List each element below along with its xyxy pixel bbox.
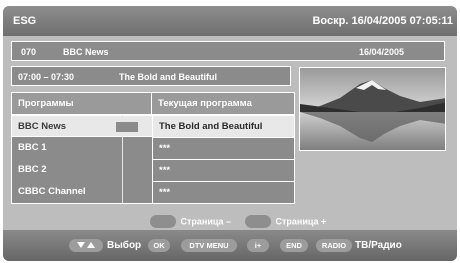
title-bar: ESG Воскр. 16/04/2005 07:05:11 (3, 6, 457, 36)
ok-key[interactable]: OK (148, 239, 170, 252)
program-row[interactable]: The Bold and Beautiful (152, 115, 294, 137)
preview-image (300, 68, 445, 150)
page-prev-label: Страница – (180, 216, 232, 227)
program-grid: Программы Текущая программа BBC News BBC… (11, 92, 295, 204)
program-row[interactable]: *** (152, 137, 294, 159)
video-preview (299, 67, 446, 151)
page-next-color-button[interactable] (245, 215, 271, 229)
guide-title: ESG (13, 15, 37, 27)
page-prev[interactable]: Страница – (150, 214, 232, 229)
page-next-label: Страница + (275, 216, 327, 227)
current-program-column-header: Текущая программа (152, 93, 294, 115)
info-key[interactable]: i+ (247, 239, 269, 252)
dtv-menu-key[interactable]: DTV MENU (181, 239, 237, 252)
program-row[interactable]: *** (152, 181, 294, 203)
select-label: Выбор (107, 240, 142, 251)
date-time: Воскр. 16/04/2005 07:05:11 (312, 15, 453, 27)
page-next[interactable]: Страница + (245, 214, 327, 229)
channel-row[interactable]: CBBC Channel (12, 181, 152, 203)
scrollbar-thumb[interactable] (115, 121, 139, 133)
program-time: 07:00 – 07:30 (18, 72, 75, 82)
program-title: The Bold and Beautiful (119, 72, 217, 82)
program-row[interactable]: *** (152, 159, 294, 181)
tv-radio-label: ТВ/Радио (355, 240, 402, 251)
page-prev-color-button[interactable] (150, 215, 176, 229)
end-key[interactable]: END (280, 239, 308, 252)
channel-date: 16/04/2005 (359, 47, 405, 57)
channel-info-bar: 070 BBC News 16/04/2005 (11, 41, 445, 61)
up-down-arrows-icon[interactable] (69, 239, 103, 252)
program-info-bar: 07:00 – 07:30 The Bold and Beautiful (11, 66, 291, 86)
channel-row[interactable]: BBC 2 (12, 159, 152, 181)
channel-row[interactable]: BBC 1 (12, 137, 152, 159)
channel-number: 070 (21, 47, 37, 57)
channels-column-header: Программы (12, 93, 152, 115)
arrows-glyph (77, 242, 95, 248)
key-legend-bar: Выбор OK DTV MENU i+ END RADIO ТВ/Радио (3, 230, 457, 261)
guide-panel: 070 BBC News 16/04/2005 07:00 – 07:30 Th… (3, 36, 457, 230)
esg-screen: ESG Воскр. 16/04/2005 07:05:11 070 BBC N… (0, 0, 460, 263)
channel-name: BBC News (63, 47, 109, 57)
radio-key[interactable]: RADIO (316, 239, 352, 252)
